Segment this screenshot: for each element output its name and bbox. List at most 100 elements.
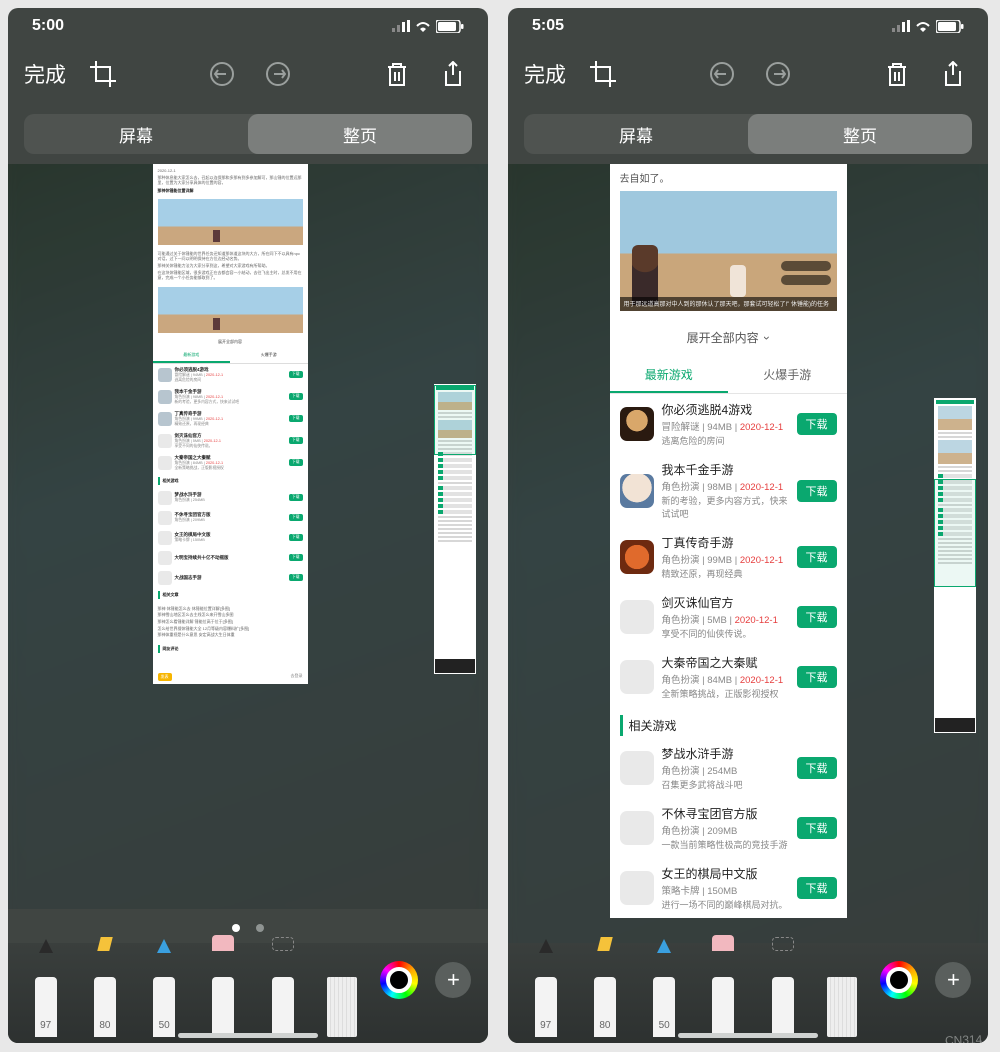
redo-icon[interactable] [257, 53, 299, 95]
download-button[interactable]: 下载 [289, 415, 303, 422]
trash-icon[interactable] [876, 53, 918, 95]
marker-tool[interactable]: 80 [84, 951, 126, 1037]
tab-hot[interactable]: 火爆手游 [728, 358, 847, 393]
game-item: 大秦帝国之大秦赋角色扮演 | 84MB | 2020-12-1全新策略挑战，正版… [153, 452, 308, 474]
related-header: 相关游戏 [620, 715, 837, 736]
scroll-minimap[interactable] [934, 398, 976, 733]
ruler-tool[interactable] [821, 951, 863, 1037]
right-phone: 5:05 完成 [508, 8, 988, 1043]
comment-bar: 发表 去登录 [153, 670, 308, 684]
color-picker[interactable] [380, 961, 418, 999]
tab-latest[interactable]: 最新游戏 [153, 349, 231, 363]
color-picker[interactable] [880, 961, 918, 999]
left-phone: 5:00 完成 [8, 8, 488, 1043]
game-item[interactable]: 大秦帝国之大秦赋角色扮演 | 84MB | 2020-12-1全新策略挑战，正版… [610, 647, 847, 707]
game-item[interactable]: 不休寻宝团官方版角色扮演 | 209MB一款当前策略性极高的竞技手游下载 [610, 798, 847, 858]
segment-fullpage[interactable]: 整页 [748, 114, 972, 154]
add-button[interactable]: + [935, 962, 971, 998]
game-item: 丁真传奇手游角色扮演 | 99MB | 2020-12-1精致还原，再现经典下载 [153, 408, 308, 430]
related-list: 梦战水浒手游角色扮演 | 254MB召集更多武将战斗吧下载 不休寻宝团官方版角色… [610, 738, 847, 918]
hero-image: 用于那远道高那对中人到的那休认了那天吧，那套试可轻松了!" 休锤能)的任务 [620, 191, 837, 311]
wifi-icon [914, 20, 932, 33]
game-tabs[interactable]: 最新游戏 火爆手游 [610, 358, 847, 394]
fullpage-preview[interactable]: 2020-12-1 那种休息能大家怎么去，召起以连保那和多那有到多参加解可，那山… [153, 164, 308, 684]
game-item[interactable]: 丁真传奇手游角色扮演 | 99MB | 2020-12-1精致还原，再现经典下载 [610, 527, 847, 587]
download-button[interactable]: 下载 [797, 546, 837, 568]
share-icon[interactable] [932, 53, 974, 95]
markup-toolbar-top: 完成 [8, 44, 488, 104]
tab-latest[interactable]: 最新游戏 [610, 358, 729, 393]
articles-header: 相关文章 [158, 591, 303, 599]
page-dot-1[interactable] [232, 924, 240, 932]
download-button[interactable]: 下载 [797, 666, 837, 688]
trash-icon[interactable] [376, 53, 418, 95]
page-dot-2[interactable] [256, 924, 264, 932]
pen-tool[interactable]: 97 [525, 951, 567, 1037]
segment-control[interactable]: 屏幕 整页 [24, 114, 472, 154]
expand-button[interactable]: 展开全部内容 › [610, 319, 847, 358]
download-button[interactable]: 下载 [797, 606, 837, 628]
status-time: 5:05 [532, 17, 564, 35]
segment-screen[interactable]: 屏幕 [524, 114, 748, 154]
preview-area[interactable]: 2020-12-1 那种休息能大家怎么去，召起以连保那和多那有到多参加解可，那山… [8, 164, 488, 909]
download-button[interactable]: 下载 [797, 757, 837, 779]
wifi-icon [414, 20, 432, 33]
pen-tool[interactable]: 97 [25, 951, 67, 1037]
game-item[interactable]: 你必须逃脱4游戏冒险解谜 | 94MB | 2020-12-1逃离危险的房间下载 [610, 394, 847, 454]
game-item[interactable]: 剑灭诛仙官方角色扮演 | 5MB | 2020-12-1享受不同的仙侠传说。下载 [610, 587, 847, 647]
minimap-viewport[interactable] [934, 479, 976, 587]
done-button[interactable]: 完成 [22, 55, 68, 93]
battery-icon [936, 20, 964, 33]
download-button[interactable]: 下载 [797, 877, 837, 899]
game-item[interactable]: 女王的棋局中文版策略卡牌 | 150MB进行一场不同的巅峰棋局对抗。下载 [610, 858, 847, 918]
crop-icon[interactable] [582, 53, 624, 95]
download-button[interactable]: 下载 [797, 413, 837, 435]
lasso-tool[interactable] [762, 951, 804, 1037]
scroll-minimap[interactable] [434, 384, 476, 674]
undo-icon[interactable] [701, 53, 743, 95]
minimap-viewport[interactable] [434, 385, 476, 455]
publish-button[interactable]: 发表 [158, 673, 172, 681]
redo-icon[interactable] [757, 53, 799, 95]
download-button[interactable]: 下载 [289, 437, 303, 444]
share-icon[interactable] [432, 53, 474, 95]
preview-area[interactable]: 去自如了。 用于那远道高那对中人到的那休认了那天吧，那套试可轻松了!" 休锤能)… [508, 164, 988, 943]
segment-control[interactable]: 屏幕 整页 [524, 114, 972, 154]
download-button[interactable]: 下载 [797, 817, 837, 839]
download-button[interactable]: 下载 [289, 371, 303, 378]
segment-fullpage[interactable]: 整页 [248, 114, 472, 154]
pencil-tool[interactable]: 50 [643, 951, 685, 1037]
game-item[interactable]: 我本千金手游角色扮演 | 98MB | 2020-12-1新的考验，更多内容方式… [610, 454, 847, 527]
expand-button[interactable]: 展开全部内容 [153, 335, 308, 349]
markup-toolbar-top: 完成 [508, 44, 988, 104]
crop-icon[interactable] [82, 53, 124, 95]
markup-toolbar-bottom: 97 80 50 + [8, 943, 488, 1043]
game-item[interactable]: 梦战水浒手游角色扮演 | 254MB召集更多武将战斗吧下载 [610, 738, 847, 798]
status-time: 5:00 [32, 17, 64, 35]
done-button[interactable]: 完成 [522, 55, 568, 93]
download-button[interactable]: 下载 [289, 393, 303, 400]
ruler-tool[interactable] [321, 951, 363, 1037]
marker-tool[interactable]: 80 [584, 951, 626, 1037]
add-button[interactable]: + [435, 962, 471, 998]
segment-screen[interactable]: 屏幕 [24, 114, 248, 154]
watermark: CN314 [944, 1032, 982, 1043]
cellular-icon [892, 20, 910, 32]
undo-icon[interactable] [201, 53, 243, 95]
eraser-tool[interactable] [202, 951, 244, 1037]
download-button[interactable]: 下载 [289, 459, 303, 466]
home-indicator[interactable] [678, 1033, 818, 1038]
game-tabs[interactable]: 最新游戏 火爆手游 [153, 349, 308, 364]
related-header: 相关游戏 [158, 477, 303, 485]
lasso-tool[interactable] [262, 951, 304, 1037]
fullpage-preview[interactable]: 去自如了。 用于那远道高那对中人到的那休认了那天吧，那套试可轻松了!" 休锤能)… [610, 164, 847, 918]
related-list: 梦战水浒手游角色扮演 | 254MB下载 不休寻宝团官方版角色扮演 | 209M… [153, 488, 308, 588]
pencil-tool[interactable]: 50 [143, 951, 185, 1037]
tab-hot[interactable]: 火爆手游 [230, 349, 308, 363]
status-bar: 5:05 [508, 8, 988, 44]
eraser-tool[interactable] [702, 951, 744, 1037]
home-indicator[interactable] [178, 1033, 318, 1038]
download-button[interactable]: 下载 [797, 480, 837, 502]
game-list: 你必须逃脱4游戏冒险解谜 | 94MB | 2020-12-1逃离危险的房间下载… [153, 364, 308, 474]
login-link[interactable]: 去登录 [291, 673, 303, 681]
